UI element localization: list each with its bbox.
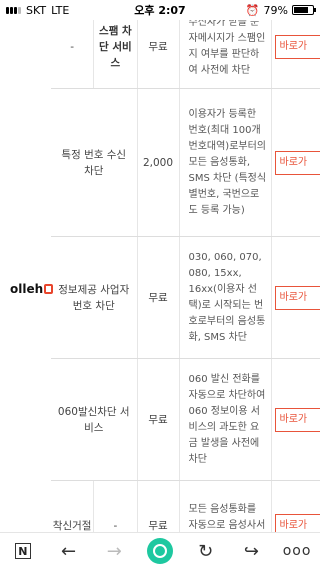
share-button[interactable]: ↪ bbox=[237, 537, 265, 565]
back-arrow-icon: ← bbox=[61, 540, 77, 562]
battery-percent: 79% bbox=[263, 3, 288, 17]
service-fee: 무료 bbox=[137, 358, 180, 481]
service-category: - bbox=[51, 20, 95, 88]
share-icon: ↪ bbox=[243, 540, 259, 562]
go-button[interactable]: 바로가 bbox=[274, 407, 320, 432]
service-name: 060발신차단 서비스 bbox=[51, 358, 138, 481]
olleh-logo: olleh bbox=[10, 282, 54, 296]
status-left: SKT LTE bbox=[6, 4, 69, 17]
service-fee: 무료 bbox=[137, 480, 180, 532]
table-row: 착신거절 - 무료모든 음성통화를 자동으로 음성사서함으로 연결바로가 bbox=[51, 480, 320, 532]
table-row: 특정 번호 수신 차단 2,000 이용자가 등록한 번호(최대 100개 번호대역… bbox=[51, 88, 320, 237]
service-name: - bbox=[113, 520, 118, 532]
alarm-icon: ⏰ bbox=[245, 3, 260, 17]
service-fee: 2,000 bbox=[137, 88, 180, 237]
service-description: 060 발신 전화를 자동으로 차단하여 060 정보이용 서비스의 과도한 요… bbox=[179, 358, 272, 481]
home-circle-button[interactable] bbox=[146, 537, 174, 565]
service-name-cell: 착신거절 - bbox=[51, 480, 138, 532]
naver-n-button[interactable]: N bbox=[9, 537, 37, 565]
battery-icon bbox=[292, 5, 316, 15]
more-button[interactable]: ooo bbox=[283, 537, 311, 565]
home-circle-icon bbox=[146, 538, 173, 564]
go-button-cell: 바로가 bbox=[271, 88, 320, 237]
naver-n-icon: N bbox=[14, 543, 31, 559]
forward-arrow-icon: → bbox=[106, 540, 122, 562]
service-description: 모든 음성통화를 자동으로 음성사서함으로 연결 bbox=[179, 480, 272, 532]
go-button-cell: 바로가 bbox=[271, 358, 320, 481]
more-icon: ooo bbox=[282, 543, 312, 559]
forward-arrow-button[interactable]: → bbox=[100, 537, 128, 565]
service-description: 030, 060, 070, 080, 15xx, 16xx(이용자 선택)로 … bbox=[179, 236, 272, 359]
service-name: 스팸 차단 서비스 bbox=[99, 25, 132, 69]
go-button-cell: 바로가 bbox=[271, 480, 320, 532]
service-fee: 무료 bbox=[137, 236, 180, 359]
webpage-content[interactable]: olleh - 스팸 차단 서비스 무료 수신자가 받을 문자메시지가 스팸인지 여부… bbox=[0, 20, 320, 532]
service-description: 이용자가 등록한 번호(최대 100개 번호대역)로부터의 모든 음성통화, S… bbox=[179, 88, 272, 237]
status-right: ⏰ 79% bbox=[245, 3, 316, 17]
status-bar: SKT LTE 오후 2:07 ⏰ 79% bbox=[0, 0, 320, 20]
refresh-icon: ↻ bbox=[198, 540, 214, 562]
service-name: 특정 번호 수신 차단 bbox=[51, 88, 138, 237]
network-label: LTE bbox=[51, 3, 70, 17]
service-name: 정보제공 사업자번호 차단 bbox=[51, 236, 138, 359]
table-row: 060발신차단 서비스 무료 060 발신 전화를 자동으로 차단하여 060 정보… bbox=[51, 358, 320, 481]
browser-toolbar: N ← → ↻ ↪ ooo bbox=[0, 532, 320, 569]
refresh-button[interactable]: ↻ bbox=[192, 537, 220, 565]
service-name-cell: - 스팸 차단 서비스 bbox=[51, 20, 138, 89]
signal-icon bbox=[6, 6, 21, 14]
go-button[interactable]: 바로가 bbox=[274, 285, 320, 310]
go-button-cell: 바로가 bbox=[271, 236, 320, 359]
go-button[interactable]: 바로가 bbox=[274, 514, 320, 532]
go-button-cell: 바로가 bbox=[271, 20, 320, 89]
back-arrow-button[interactable]: ← bbox=[55, 537, 83, 565]
service-fee: 무료 bbox=[137, 20, 180, 89]
service-category: 착신거절 bbox=[51, 481, 95, 532]
carrier-label: SKT bbox=[26, 3, 47, 17]
table-row: - 스팸 차단 서비스 무료 수신자가 받을 문자메시지가 스팸인지 여부를 판단하여… bbox=[51, 20, 320, 89]
service-table: - 스팸 차단 서비스 무료 수신자가 받을 문자메시지가 스팸인지 여부를 판단하여… bbox=[51, 20, 320, 532]
go-button[interactable]: 바로가 bbox=[274, 35, 320, 59]
table-row: 정보제공 사업자번호 차단 무료 030, 060, 070, 080, 15xx,… bbox=[51, 236, 320, 359]
go-button[interactable]: 바로가 bbox=[274, 150, 320, 175]
service-description: 수신자가 받을 문자메시지가 스팸인지 여부를 판단하여 사전에 차단 bbox=[179, 20, 272, 89]
